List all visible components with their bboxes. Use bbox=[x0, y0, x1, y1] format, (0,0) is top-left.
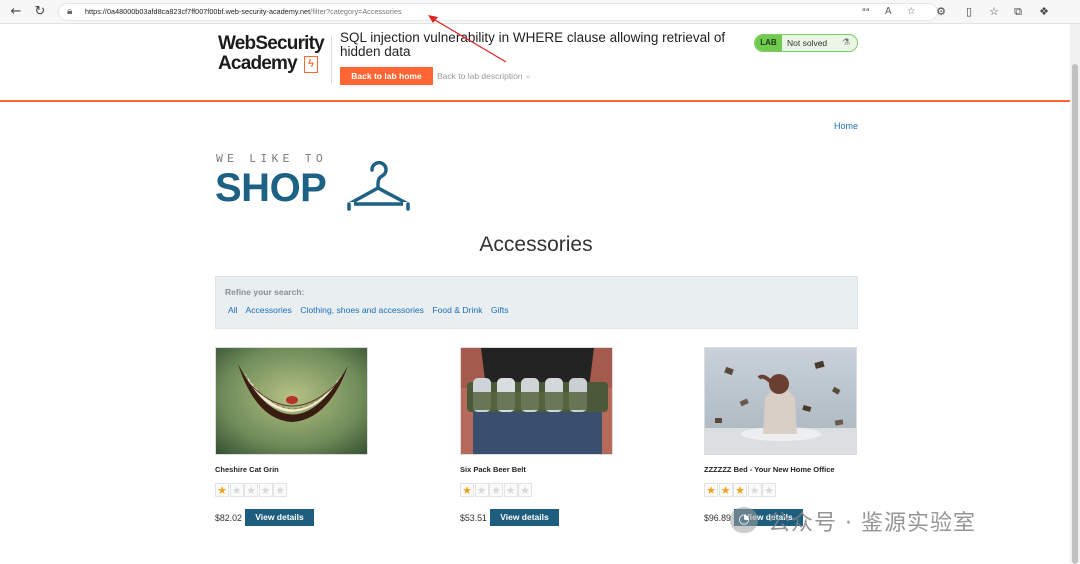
shop-word: SHOP bbox=[215, 166, 327, 210]
product-price: $96.89 bbox=[704, 513, 731, 523]
star-icon: ★ bbox=[229, 483, 244, 497]
back-to-lab-description-link[interactable]: Back to lab description» bbox=[437, 71, 530, 81]
hanger-icon bbox=[346, 160, 411, 211]
star-icon: ★ bbox=[474, 483, 489, 497]
double-chevron-icon: » bbox=[525, 71, 531, 81]
filter-link-accessories[interactable]: Accessories bbox=[245, 305, 291, 315]
favorite-icon[interactable]: ☆ bbox=[907, 6, 916, 17]
collections-icon[interactable]: ⧉ bbox=[1010, 4, 1026, 20]
filter-link-clothing[interactable]: Clothing, shoes and accessories bbox=[300, 305, 424, 315]
filter-links: All Accessories Clothing, shoes and acce… bbox=[228, 305, 515, 315]
url-path: /filter?category=Accessories bbox=[310, 7, 402, 16]
shop-logo: WE LIKE TO SHOP bbox=[215, 153, 415, 213]
wechat-icon: ◔ bbox=[730, 507, 758, 533]
web-security-academy-logo[interactable]: WebSecurity Academy ϟ bbox=[218, 34, 330, 78]
split-screen-icon[interactable]: ▯ bbox=[961, 4, 977, 20]
star-icon: ★ bbox=[733, 483, 747, 497]
back-to-lab-description-label: Back to lab description bbox=[437, 71, 523, 81]
back-arrow-icon[interactable]: ← bbox=[8, 4, 24, 20]
watermark-text: 公众号 · 鉴源实验室 bbox=[768, 511, 976, 536]
address-bar[interactable]: 🔒︎ https://0a48000b03afd8ca823cf7ff007f0… bbox=[58, 3, 938, 21]
product-price: $53.51 bbox=[460, 513, 487, 523]
view-details-button[interactable]: View details bbox=[490, 509, 559, 526]
filter-link-gifts[interactable]: Gifts bbox=[491, 305, 509, 315]
url-text: https://0a48000b03afd8ca823cf7ff007f00bf… bbox=[85, 7, 402, 16]
star-icon: ★ bbox=[747, 483, 762, 497]
product-name: Six Pack Beer Belt bbox=[460, 465, 526, 474]
lock-icon[interactable]: 🔒︎ bbox=[67, 6, 72, 17]
lightning-icon: ϟ bbox=[304, 56, 318, 73]
header-divider bbox=[331, 36, 332, 84]
page-scrollbar[interactable] bbox=[1070, 24, 1080, 564]
extension-icon[interactable]: ⚙ bbox=[933, 4, 949, 20]
star-icon: ★ bbox=[489, 483, 503, 497]
star-icon: ★ bbox=[215, 483, 229, 497]
read-aloud-icon[interactable]: ᵃᵃ bbox=[862, 6, 869, 17]
star-icon: ★ bbox=[518, 483, 532, 497]
back-to-lab-home-button[interactable]: Back to lab home bbox=[340, 67, 433, 85]
text-size-icon[interactable]: A bbox=[885, 6, 892, 17]
star-icon: ★ bbox=[503, 483, 518, 497]
logo-line-1: WebSecurity bbox=[218, 33, 325, 54]
product-image bbox=[460, 347, 613, 455]
star-icon: ★ bbox=[273, 483, 287, 497]
scrollbar-thumb[interactable] bbox=[1072, 64, 1078, 564]
view-details-button[interactable]: View details bbox=[245, 509, 314, 526]
star-icon: ★ bbox=[460, 483, 474, 497]
filter-label: Refine your search: bbox=[225, 287, 305, 297]
star-icon: ★ bbox=[244, 483, 258, 497]
star-icon: ★ bbox=[718, 483, 733, 497]
lab-status-badge: LAB Not solved ⚗ bbox=[754, 34, 858, 52]
lab-tag: LAB bbox=[755, 35, 782, 51]
category-title: Accessories bbox=[479, 233, 593, 256]
product-image bbox=[215, 347, 368, 455]
refresh-icon[interactable]: ↻ bbox=[32, 4, 48, 20]
lab-status-text: Not solved bbox=[787, 38, 828, 48]
url-host: https://0a48000b03afd8ca823cf7ff007f00bf… bbox=[85, 7, 311, 16]
copilot-icon[interactable]: ❖ bbox=[1036, 4, 1052, 20]
product-price: $82.02 bbox=[215, 513, 242, 523]
lab-header: WebSecurity Academy ϟ SQL injection vuln… bbox=[0, 24, 1070, 102]
product-rating: ★ ★ ★ ★ ★ bbox=[215, 481, 288, 497]
star-icon: ★ bbox=[762, 483, 776, 497]
lab-title: SQL injection vulnerability in WHERE cla… bbox=[340, 30, 726, 59]
browser-toolbar: ← ↻ 🔒︎ https://0a48000b03afd8ca823cf7ff0… bbox=[0, 0, 1080, 24]
product-name: Cheshire Cat Grin bbox=[215, 465, 279, 474]
product-card: Cheshire Cat Grin ★ ★ ★ ★ ★ $82.02 View deta… bbox=[215, 347, 368, 532]
favorites-bar-icon[interactable]: ☆ bbox=[986, 4, 1002, 20]
product-image bbox=[704, 347, 857, 455]
product-card: Six Pack Beer Belt ★ ★ ★ ★ ★ $53.51 View det… bbox=[460, 347, 613, 532]
product-rating: ★ ★ ★ ★ ★ bbox=[704, 481, 777, 497]
flask-icon: ⚗ bbox=[841, 38, 851, 48]
filter-link-all[interactable]: All bbox=[228, 305, 238, 315]
nav-home-link[interactable]: Home bbox=[834, 121, 858, 131]
filter-link-food-drink[interactable]: Food & Drink bbox=[432, 305, 482, 315]
product-rating: ★ ★ ★ ★ ★ bbox=[460, 481, 533, 497]
shop-tagline: WE LIKE TO bbox=[216, 153, 328, 166]
filter-panel: Refine your search: All Accessories Clot… bbox=[215, 276, 858, 329]
product-name: ZZZZZZ Bed - Your New Home Office bbox=[704, 465, 835, 474]
star-icon: ★ bbox=[258, 483, 273, 497]
star-icon: ★ bbox=[704, 483, 718, 497]
